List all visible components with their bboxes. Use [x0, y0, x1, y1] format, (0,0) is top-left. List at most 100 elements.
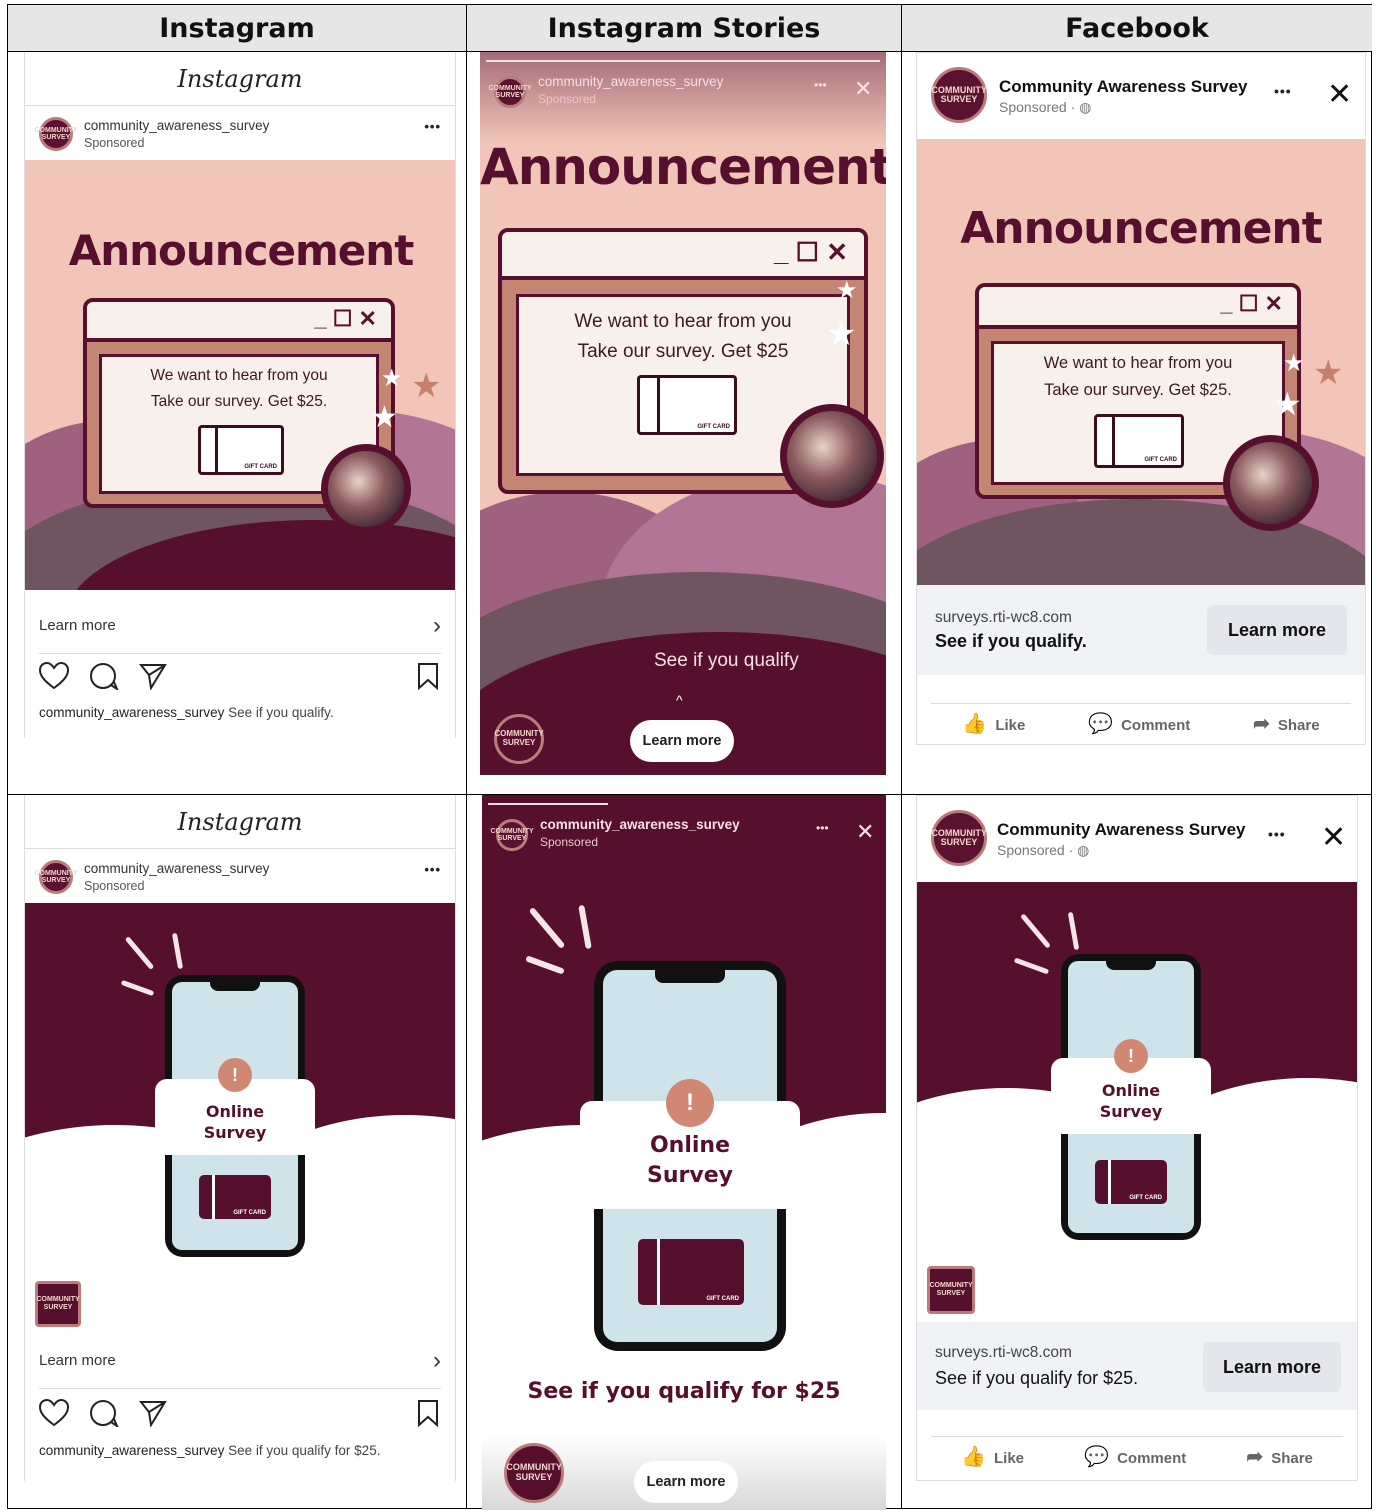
- globe-icon: ◍: [1079, 99, 1092, 115]
- action-icons: [39, 658, 441, 698]
- fb-ad-creative-online-survey: Online Survey !: [917, 882, 1357, 1322]
- star-icon: ★: [1273, 386, 1302, 422]
- heart-icon[interactable]: [39, 662, 69, 690]
- fb-link-preview[interactable]: surveys.rti-wc8.com See if you qualify f…: [917, 1322, 1357, 1410]
- bookmark-icon[interactable]: [417, 662, 439, 690]
- star-icon: ★: [411, 367, 442, 405]
- gift-card-icon: [199, 1175, 271, 1219]
- story-username[interactable]: community_awareness_survey: [540, 817, 740, 832]
- story-sponsored: Sponsored: [538, 92, 597, 106]
- star-icon: ★: [826, 315, 857, 353]
- share-arrow-icon: ➦: [1246, 1446, 1264, 1468]
- fb-more-icon[interactable]: •••: [1268, 826, 1286, 842]
- fb-post-logo: COMMUNITY SURVEY: [927, 1266, 975, 1314]
- header-instagram: Instagram: [8, 5, 466, 51]
- facebook-post-online-survey: COMMUNITY SURVEY Community Awareness Sur…: [916, 795, 1358, 1481]
- story-popup-line2: Take our survey. Get $25: [577, 341, 789, 362]
- fb-link-preview[interactable]: surveys.rti-wc8.com See if you qualify. …: [917, 585, 1365, 675]
- header-facebook: Facebook: [902, 5, 1372, 51]
- story-headline: Announcement: [480, 138, 886, 196]
- fb-learn-more-button[interactable]: Learn more: [1207, 605, 1347, 655]
- more-options-icon[interactable]: •••: [424, 119, 441, 134]
- fb-learn-more-button[interactable]: Learn more: [1203, 1342, 1341, 1392]
- fb-share-button[interactable]: ➦ Share: [1253, 711, 1319, 736]
- bookmark-icon[interactable]: [417, 1399, 439, 1427]
- learn-more-row[interactable]: Learn more ›: [39, 598, 441, 654]
- thumbs-up-icon: 👍: [962, 713, 988, 735]
- popup-line2: Take our survey. Get $25.: [150, 393, 328, 410]
- fb-card-line1: Online: [1101, 1081, 1161, 1100]
- learn-more-row[interactable]: Learn more ›: [39, 1333, 441, 1389]
- ad-creative-online-survey: Online Survey !: [25, 903, 455, 1335]
- instagram-logo: Instagram: [25, 52, 455, 106]
- fb-avatar[interactable]: COMMUNITY SURVEY: [931, 67, 987, 123]
- fb-share-button[interactable]: ➦ Share: [1246, 1444, 1312, 1469]
- story-window-controls: _ ☐ ✕: [502, 232, 864, 280]
- fb-action-bar: 👍 Like 💬 Comment ➦ Share: [931, 703, 1351, 743]
- share-icon[interactable]: [139, 662, 167, 690]
- exclamation-icon: !: [218, 1058, 252, 1092]
- fb-window-controls: _ ☐ ✕: [979, 287, 1297, 329]
- story-more-icon[interactable]: •••: [814, 78, 827, 92]
- star-icon: ★: [1313, 354, 1344, 392]
- story-popup-line1: We want to hear from you: [574, 311, 792, 332]
- exclamation-icon: !: [1114, 1039, 1148, 1073]
- story-close-icon[interactable]: ✕: [854, 76, 872, 102]
- learn-more-label: Learn more: [39, 1352, 116, 1369]
- fb-page-name[interactable]: Community Awareness Survey: [997, 820, 1245, 840]
- fb-more-icon[interactable]: •••: [1274, 83, 1292, 99]
- globe-icon: ◍: [1077, 842, 1090, 858]
- username[interactable]: community_awareness_survey: [84, 861, 269, 876]
- story-username[interactable]: community_awareness_survey: [538, 74, 723, 89]
- avatar[interactable]: COMMUNITY SURVEY: [34, 117, 78, 151]
- more-options-icon[interactable]: •••: [424, 862, 441, 877]
- caption-text: See if you qualify for $25.: [228, 1443, 381, 1458]
- story-sponsored: Sponsored: [540, 835, 599, 849]
- swipe-up-icon: ^: [676, 692, 683, 708]
- fb-page-name[interactable]: Community Awareness Survey: [999, 77, 1247, 97]
- story-close-icon[interactable]: ✕: [856, 819, 874, 845]
- window-controls: _ ☐ ✕: [87, 302, 391, 342]
- popup-line1: We want to hear from you: [150, 367, 328, 384]
- story-learn-more-button[interactable]: Learn more: [634, 1461, 738, 1503]
- story-more-icon[interactable]: •••: [816, 821, 829, 835]
- star-icon: ★: [1283, 350, 1305, 377]
- card-line1: Online: [205, 1102, 265, 1121]
- fb-like-button[interactable]: 👍 Like: [961, 1444, 1024, 1469]
- fb-close-icon[interactable]: ✕: [1321, 820, 1346, 855]
- instagram-post-announcement: Instagram COMMUNITY SURVEY community_awa…: [24, 52, 456, 738]
- username[interactable]: community_awareness_survey: [84, 118, 269, 133]
- comment-icon[interactable]: [89, 662, 119, 690]
- sponsored-label: Sponsored: [84, 136, 145, 150]
- action-icons: [39, 1395, 441, 1435]
- instagram-story-announcement: COMMUNITY SURVEY community_awareness_sur…: [480, 52, 886, 775]
- story-learn-more-button[interactable]: Learn more: [630, 720, 734, 762]
- fb-link-url: surveys.rti-wc8.com: [935, 1344, 1072, 1361]
- instagram-logo: Instagram: [25, 795, 455, 849]
- avatar[interactable]: COMMUNITY SURVEY: [34, 860, 78, 894]
- story-gift-card-icon: [637, 375, 737, 435]
- fb-close-icon[interactable]: ✕: [1327, 77, 1352, 112]
- facebook-post-announcement: COMMUNITY SURVEY Community Awareness Sur…: [916, 52, 1366, 745]
- fb-avatar[interactable]: COMMUNITY SURVEY: [931, 810, 987, 866]
- story-avatar[interactable]: COMMUNITY SURVEY: [490, 819, 534, 851]
- ad-creative-announcement: Announcement _ ☐ ✕ We want to hear from …: [25, 160, 455, 590]
- comment-icon[interactable]: [89, 1399, 119, 1427]
- header-instagram-stories: Instagram Stories: [467, 5, 901, 51]
- caption-username[interactable]: community_awareness_survey: [39, 705, 224, 720]
- story-avatar[interactable]: COMMUNITY SURVEY: [488, 76, 532, 108]
- fb-popup-line2: Take our survey. Get $25.: [1044, 381, 1232, 399]
- fb-link-title: See if you qualify for $25.: [935, 1368, 1139, 1388]
- fb-comment-button[interactable]: 💬 Comment: [1088, 711, 1190, 736]
- caption-text: See if you qualify.: [228, 705, 334, 720]
- caption: community_awareness_survey See if you qu…: [39, 705, 449, 720]
- fb-people-photo: [1223, 435, 1319, 531]
- caption-username[interactable]: community_awareness_survey: [39, 1443, 224, 1458]
- fb-like-button[interactable]: 👍 Like: [962, 711, 1025, 736]
- post-logo: COMMUNITY SURVEY: [35, 1281, 81, 1327]
- fb-comment-button[interactable]: 💬 Comment: [1084, 1444, 1186, 1469]
- fb-headline: Announcement: [960, 203, 1323, 254]
- fb-popup-line1: We want to hear from you: [1043, 354, 1233, 372]
- heart-icon[interactable]: [39, 1399, 69, 1427]
- share-icon[interactable]: [139, 1399, 167, 1427]
